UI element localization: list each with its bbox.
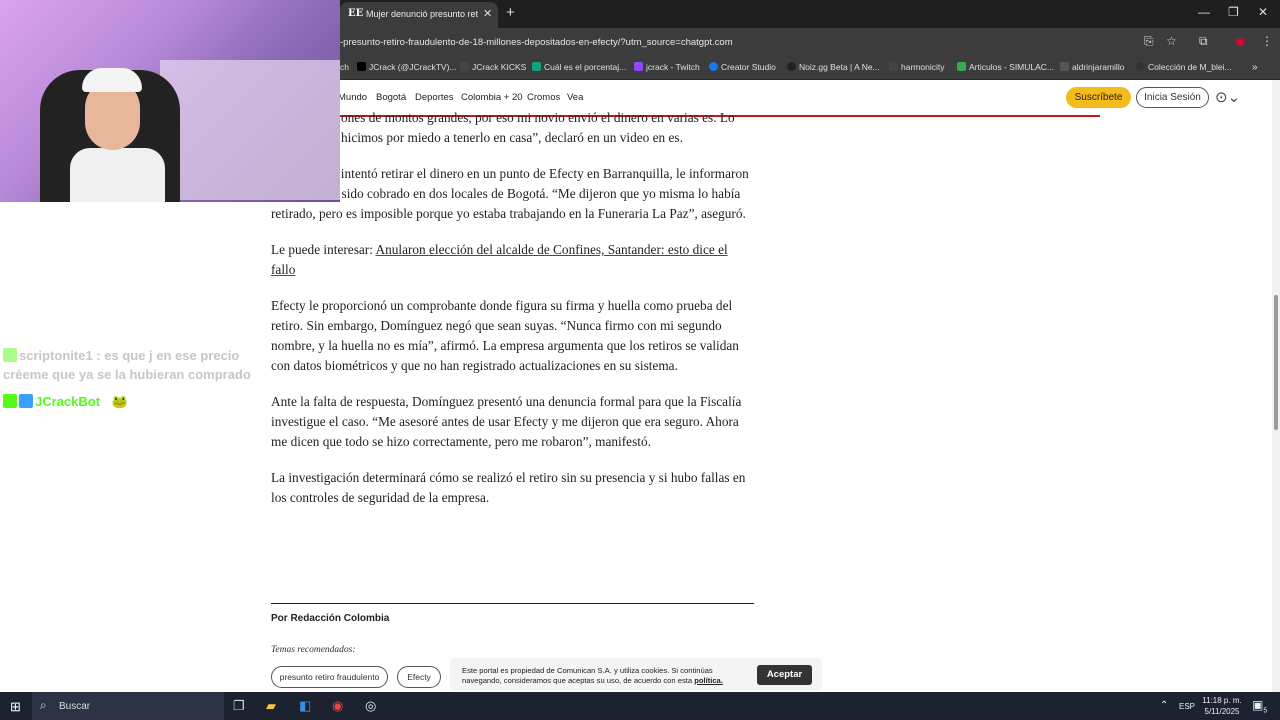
kick-badge-icon [3,348,17,362]
subscribe-button[interactable]: Suscríbete [1066,87,1131,108]
cookie-banner: Este portal es propiedad de Comunican S.… [450,658,822,690]
bookmark-item[interactable]: JCrack (@JCrackTV)... [357,62,457,72]
profile-icon[interactable]: ◉ [1235,34,1245,48]
harmonicity-icon [889,62,898,71]
file-explorer-icon[interactable]: ▰ [266,698,276,714]
collection-icon [1136,62,1145,71]
kick-badge-icon [3,394,17,408]
chrome-icon[interactable]: ◉ [332,698,343,714]
minimize-icon[interactable]: — [1198,5,1210,19]
taskbar-search-label: Buscar [59,701,91,712]
search-icon: ⌕ [40,698,47,712]
article-divider [271,603,754,604]
article-paragraph: ones de montos grandes, por eso mi novio… [341,110,735,145]
related-prefix: Le puede interesar: [271,242,376,257]
webcam-person-cap [82,68,142,92]
x-icon [357,62,366,71]
chat-username: scriptonite1 [19,348,93,363]
bookmark-item[interactable]: harmonicity [889,62,944,72]
noiz-icon [787,62,796,71]
login-button[interactable]: Inicia Sesión [1136,87,1209,108]
user-account-icon[interactable]: ⊙⌄ [1215,88,1240,106]
bookmark-item[interactable]: aldrinjaramillo [1060,62,1124,72]
language-indicator[interactable]: ESP [1179,702,1195,711]
webcam-person-body [70,148,165,202]
bookmark-item[interactable]: Colección de M_blei... [1136,62,1232,72]
article-paragraph: rero, cuando intentó retirar el dinero e… [271,166,749,221]
clock-date: 5/11/2025 [1204,707,1240,716]
windows-start-icon[interactable]: ⊞ [10,699,21,715]
extensions-icon[interactable]: ⧉ [1199,34,1208,49]
article-paragraph: Efecty le proporcionó un comprobante don… [271,298,739,373]
windows-taskbar: ⊞ ⌕ Buscar ❐ ▰ ◧ ◉ ◎ ⌃ ESP 11:18 p. m. 5… [0,692,1280,720]
chat-username: JCrackBot [35,394,101,409]
recommended-topics-label: Temas recomendados: [271,645,356,655]
new-tab-icon[interactable]: + [506,4,515,21]
nav-link-bogota[interactable]: Bogotá [376,92,406,103]
scrollbar-thumb[interactable] [1274,295,1278,430]
outlook-icon[interactable]: ◧ [299,698,311,714]
taskbar-search[interactable]: ⌕ Buscar [32,692,224,720]
accept-cookies-button[interactable]: Aceptar [757,665,812,685]
chat-text: 🐸 [111,394,128,409]
twitch-icon [634,62,643,71]
nav-link-cromos[interactable]: Cromos [527,92,560,103]
tray-overflow-icon[interactable]: ⌃ [1160,700,1168,711]
bookmark-item[interactable]: Cuál es el porcentaj... [532,62,626,72]
bookmark-item[interactable]: jcrack - Twitch [634,62,700,72]
notification-icon[interactable]: ▣5 [1252,698,1267,714]
task-view-icon[interactable]: ❐ [233,698,245,714]
nav-link-mundo[interactable]: Mundo [338,92,367,103]
site-favicon-icon: EE [348,8,364,19]
bookmark-item[interactable]: Creator Studio [709,62,776,72]
facebook-icon [709,62,718,71]
related-link-paragraph: Le puede interesar: Anularon elección de… [271,240,755,280]
kick-icon [460,62,469,71]
article-byline: Por Redacción Colombia [271,613,390,624]
browser-tab[interactable]: EE Mujer denunció presunto retiro fraudu… [340,2,498,28]
install-app-icon[interactable]: ⎘ [1144,34,1154,49]
privacy-policy-link[interactable]: política. [694,676,723,685]
obs-icon[interactable]: ◎ [365,698,376,714]
clock[interactable]: 11:18 p. m. 5/11/2025 [1202,695,1242,717]
webcam-shelf [160,60,340,200]
window-close-icon[interactable]: ✕ [1258,5,1268,19]
bookmark-item[interactable]: Articulos - SIMULAC... [957,62,1054,72]
webcam-overlay [0,0,340,202]
nav-link-vea[interactable]: Vea [567,92,583,103]
restore-icon[interactable]: ❐ [1228,5,1239,19]
topic-tag[interactable]: presunto retiro fraudulento [271,666,388,688]
chat-separator: : [92,348,105,363]
url-field[interactable]: -presunto-retiro-fraudulento-de-18-millo… [340,37,733,48]
bookmark-item[interactable]: JCrack KICKS [460,62,526,72]
more-bookmarks-icon[interactable]: » [1252,62,1258,73]
nav-link-deportes[interactable]: Deportes [415,92,454,103]
bookmark-item[interactable]: Noiz.gg Beta | A Ne... [787,62,880,72]
bookmark-star-icon[interactable]: ☆ [1166,34,1177,48]
tab-close-icon[interactable]: ✕ [483,7,492,20]
bookmark-item[interactable]: ch [340,62,349,72]
nav-link-colombia-20[interactable]: Colombia + 20 [461,92,523,103]
folder-icon [1060,62,1069,71]
notification-count: 5 [1263,707,1268,715]
article-paragraph: Ante la falta de respuesta, Domínguez pr… [271,394,742,449]
article-paragraph: La investigación determinará cómo se rea… [271,470,746,505]
chatgpt-icon [532,62,541,71]
cookie-text: Este portal es propiedad de Comunican S.… [462,666,723,685]
bot-badge-icon [19,394,33,408]
drive-icon [957,62,966,71]
chat-message: scriptonite1 : es que j en ese precio cr… [3,346,271,384]
clock-time: 11:18 p. m. [1202,696,1242,705]
chat-separator: : [100,394,112,409]
menu-icon[interactable]: ⋮ [1261,34,1273,48]
article-body: ones de montos grandes, por eso mi novio… [271,108,755,524]
tab-title: Mujer denunció presunto retiro fraudulen… [366,9,478,19]
topic-tag[interactable]: Efecty [397,666,441,688]
chat-message: JCrackBot : 🐸 [3,394,128,410]
